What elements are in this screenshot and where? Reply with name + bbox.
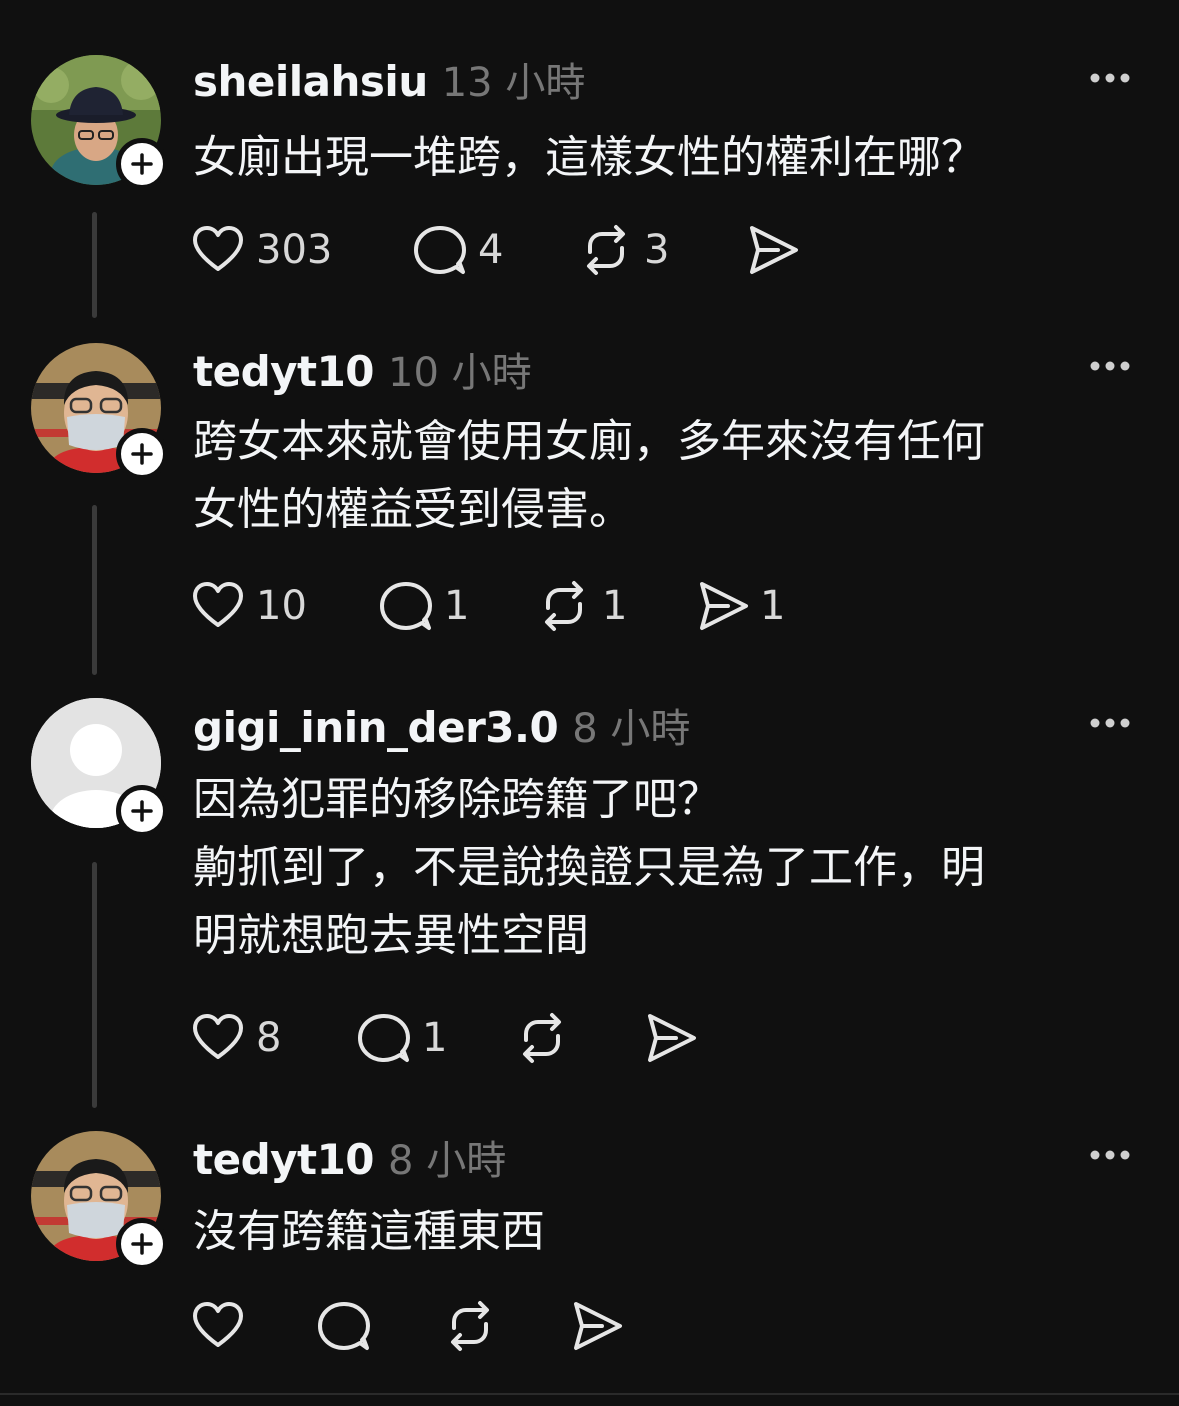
repost-button[interactable] [442, 1298, 508, 1354]
post-text: 女廁出現一堆跨，這樣女性的權利在哪？ [193, 132, 985, 183]
post-text: 沒有跨籍這種東西 [193, 1206, 545, 1257]
thread-line [92, 505, 97, 675]
more-icon[interactable] [1089, 360, 1131, 372]
divider [0, 1393, 1179, 1395]
heart-icon [193, 1014, 243, 1059]
repost-button[interactable]: 1 [536, 578, 627, 634]
reply-button[interactable]: 4 [412, 222, 503, 278]
comment-icon [414, 226, 466, 274]
reply-count: 4 [478, 227, 504, 273]
send-icon [750, 226, 798, 274]
comment-icon [380, 582, 432, 630]
comment-icon [358, 1014, 410, 1062]
repost-button[interactable] [514, 1010, 580, 1066]
follow-button[interactable] [116, 138, 168, 190]
like-button[interactable] [190, 1298, 256, 1354]
like-button[interactable]: 10 [190, 578, 307, 634]
username[interactable]: tedyt10 [193, 1135, 375, 1184]
comment-icon [318, 1302, 370, 1350]
like-button[interactable]: 8 [190, 1010, 281, 1066]
plus-icon [131, 1233, 153, 1255]
more-icon[interactable] [1089, 1149, 1131, 1161]
plus-icon [131, 153, 153, 175]
post-text: 跨女本來就會使用女廁，多年來沒有任何 女性的權益受到侵害。 [193, 416, 985, 535]
share-button[interactable] [642, 1010, 708, 1066]
timestamp: 8 小時 [388, 1138, 507, 1184]
reply-button[interactable]: 1 [378, 578, 469, 634]
plus-icon [131, 800, 153, 822]
follow-button[interactable] [116, 1218, 168, 1270]
reply-button[interactable] [316, 1298, 382, 1354]
share-button[interactable] [744, 222, 810, 278]
share-button[interactable]: 1 [694, 578, 785, 634]
timestamp: 10 小時 [388, 350, 532, 396]
repost-icon [451, 1301, 489, 1351]
heart-icon [193, 582, 243, 627]
repost-icon [523, 1013, 561, 1063]
username[interactable]: sheilahsiu [193, 57, 428, 106]
repost-count: 1 [602, 583, 628, 629]
timestamp: 8 小時 [572, 706, 691, 752]
like-count: 8 [256, 1015, 282, 1061]
like-button[interactable]: 303 [190, 222, 332, 278]
more-icon[interactable] [1089, 717, 1131, 729]
repost-icon [545, 581, 583, 631]
heart-icon [193, 226, 243, 271]
send-icon [700, 582, 748, 630]
thread-line [92, 862, 97, 1108]
plus-icon [131, 443, 153, 465]
like-count: 303 [256, 227, 333, 273]
username[interactable]: tedyt10 [193, 347, 375, 396]
repost-count: 3 [644, 227, 670, 273]
share-button[interactable] [568, 1298, 634, 1354]
send-icon [574, 1302, 622, 1350]
more-icon[interactable] [1089, 72, 1131, 84]
reply-count: 1 [444, 583, 470, 629]
timestamp: 13 小時 [441, 60, 586, 106]
share-count: 1 [760, 583, 786, 629]
like-count: 10 [256, 583, 307, 629]
username[interactable]: gigi_inin_der3.0 [193, 703, 559, 752]
send-icon [648, 1014, 696, 1062]
thread-line [92, 212, 97, 318]
heart-icon [193, 1302, 243, 1347]
post-text: 因為犯罪的移除跨籍了吧？ 齁抓到了，不是說換證只是為了工作，明 明就想跑去異性空… [193, 774, 985, 961]
reply-count: 1 [422, 1015, 448, 1061]
follow-button[interactable] [116, 785, 168, 837]
reply-button[interactable]: 1 [356, 1010, 447, 1066]
repost-icon [587, 225, 625, 275]
repost-button[interactable]: 3 [578, 222, 669, 278]
follow-button[interactable] [116, 428, 168, 480]
